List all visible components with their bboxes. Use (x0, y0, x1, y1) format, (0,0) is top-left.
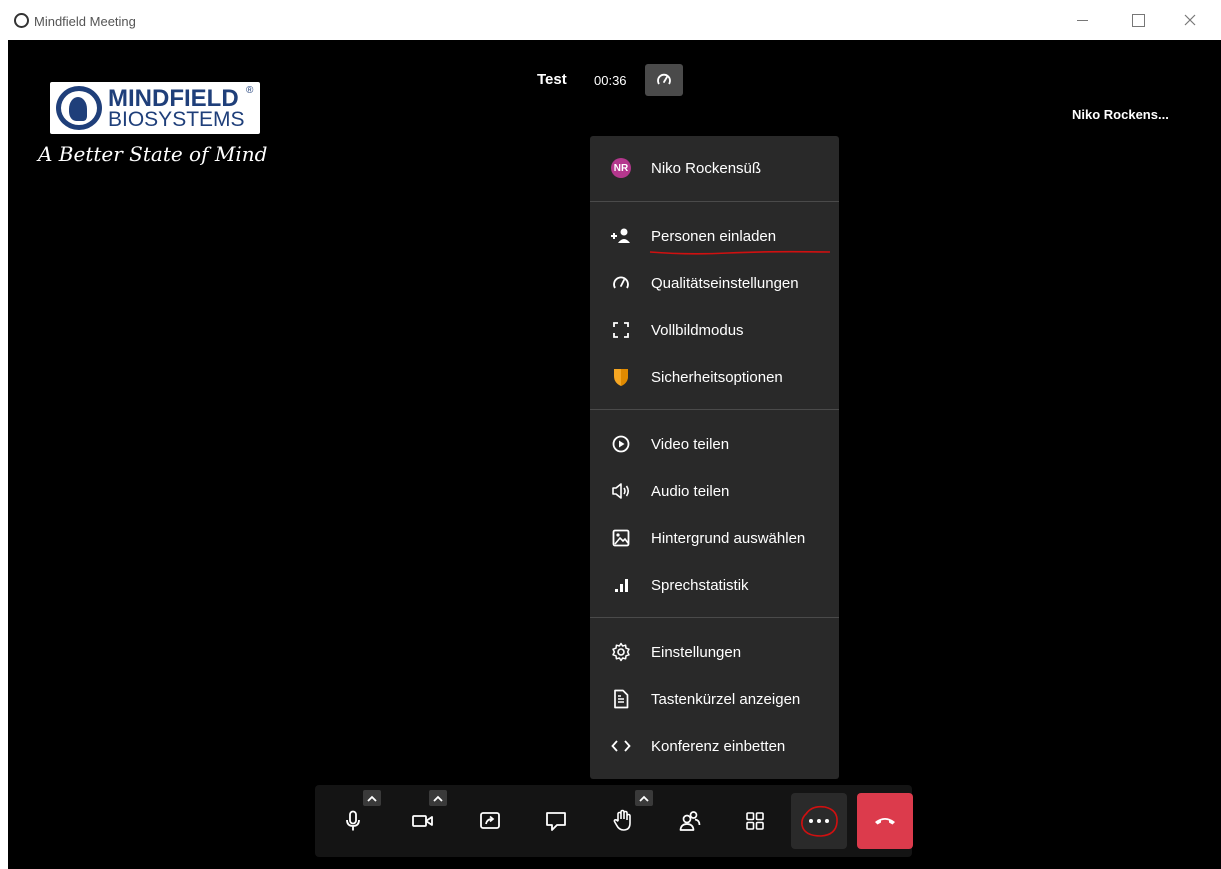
image-icon (610, 527, 632, 549)
add-person-icon (610, 225, 632, 247)
speaker-icon (610, 480, 632, 502)
company-logo: MINDFIELD ® BIOSYSTEMS A Better State of… (38, 82, 267, 177)
menu-item-speaker-stats[interactable]: Sprechstatistik (590, 563, 839, 607)
menu-item-share-video[interactable]: Video teilen (590, 422, 839, 466)
chevron-up-icon (433, 795, 443, 802)
screen-share-button[interactable] (464, 795, 516, 847)
chevron-up-icon (639, 795, 649, 802)
avatar-initials: NR (611, 158, 631, 178)
avatar: NR (610, 157, 632, 179)
camera-options-button[interactable] (429, 790, 447, 806)
menu-item-label: Audio teilen (651, 482, 730, 500)
logo-head-icon (56, 86, 102, 130)
menu-item-label: Personen einladen (651, 227, 777, 245)
gauge-icon (610, 272, 632, 294)
window-title: Mindfield Meeting (34, 14, 136, 29)
menu-item-label: Video teilen (651, 435, 730, 453)
more-actions-menu: NR Niko Rockensüß Personen einladen Qual… (590, 136, 839, 779)
menu-divider (590, 201, 839, 202)
screen-share-icon (480, 812, 500, 829)
raise-hand-icon (613, 809, 631, 831)
annotation-underline (649, 250, 831, 255)
menu-item-fullscreen[interactable]: Vollbildmodus (590, 308, 839, 352)
menu-item-label: Konferenz einbetten (651, 737, 786, 755)
menu-item-shortcuts[interactable]: Tastenkürzel anzeigen (590, 677, 839, 721)
bar-chart-icon (610, 574, 632, 596)
participants-button[interactable] (664, 795, 716, 847)
app-logo-icon (14, 13, 29, 28)
camera-icon (412, 815, 433, 827)
menu-item-label: Einstellungen (651, 643, 742, 661)
menu-item-settings[interactable]: Einstellungen (590, 630, 839, 674)
menu-item-profile[interactable]: NR Niko Rockensüß (590, 146, 839, 190)
code-icon (610, 735, 632, 757)
menu-item-label: Tastenkürzel anzeigen (651, 690, 801, 708)
logo-badge: MINDFIELD ® BIOSYSTEMS (50, 82, 260, 134)
menu-item-label: Hintergrund auswählen (651, 529, 806, 547)
connection-quality-button[interactable] (645, 64, 683, 96)
microphone-options-button[interactable] (363, 790, 381, 806)
menu-item-embed[interactable]: Konferenz einbetten (590, 724, 839, 768)
participant-name: Niko Rockens... (1072, 107, 1169, 122)
chevron-up-icon (367, 795, 377, 802)
more-actions-button[interactable] (791, 793, 847, 849)
participants-icon (679, 811, 701, 831)
menu-item-background[interactable]: Hintergrund auswählen (590, 516, 839, 560)
menu-item-label: Sprechstatistik (651, 576, 749, 594)
close-icon (1184, 14, 1196, 26)
menu-item-security[interactable]: Sicherheitsoptionen (590, 355, 839, 399)
menu-item-label: Sicherheitsoptionen (651, 368, 783, 386)
meeting-stage: MINDFIELD ® BIOSYSTEMS A Better State of… (8, 40, 1221, 869)
gauge-icon (657, 73, 671, 85)
menu-item-label: Niko Rockensüß (651, 159, 762, 177)
fullscreen-icon (610, 319, 632, 341)
minimize-button[interactable] (1070, 8, 1094, 32)
gear-icon (610, 641, 632, 663)
play-circle-icon (610, 433, 632, 455)
grid-icon (746, 812, 764, 830)
menu-divider (590, 409, 839, 410)
maximize-button[interactable] (1126, 8, 1150, 32)
microphone-icon (346, 810, 360, 831)
logo-line2: BIOSYSTEMS (108, 108, 245, 131)
meeting-timer: 00:36 (594, 73, 627, 88)
close-window-button[interactable] (1178, 8, 1202, 32)
meeting-toolbar (315, 785, 913, 857)
document-icon (610, 688, 632, 710)
menu-item-label: Qualitätseinstellungen (651, 274, 799, 292)
tile-view-button[interactable] (729, 795, 781, 847)
menu-item-quality[interactable]: Qualitätseinstellungen (590, 261, 839, 305)
menu-item-share-audio[interactable]: Audio teilen (590, 469, 839, 513)
logo-registered-mark: ® (246, 85, 254, 96)
phone-hangup-icon (875, 818, 895, 825)
reactions-options-button[interactable] (635, 790, 653, 806)
window-titlebar: Mindfield Meeting (0, 0, 1221, 40)
chat-button[interactable] (530, 795, 582, 847)
chat-icon (546, 812, 566, 831)
menu-item-label: Vollbildmodus (651, 321, 744, 339)
more-dots-icon (801, 805, 838, 837)
menu-divider (590, 617, 839, 618)
shield-icon (610, 366, 632, 388)
hangup-button[interactable] (857, 793, 913, 849)
meeting-title: Test (537, 71, 567, 88)
logo-tagline: A Better State of Mind (38, 142, 268, 166)
